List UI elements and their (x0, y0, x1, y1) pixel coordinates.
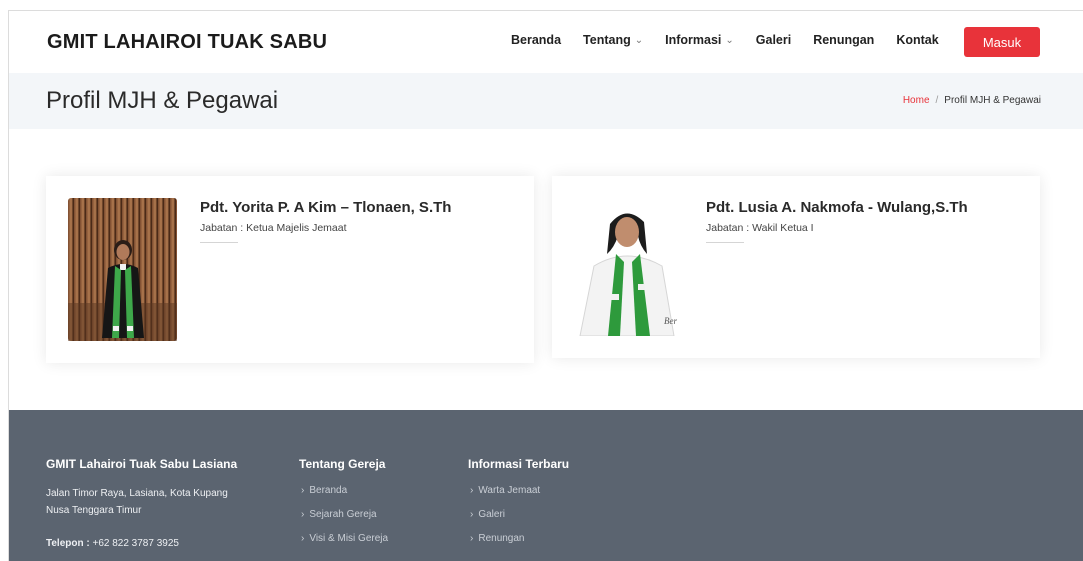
footer-link[interactable]: › Visi & Misi Gereja (299, 533, 388, 544)
svg-text:Ber: Ber (664, 316, 677, 326)
footer-column-title: GMIT Lahairoi Tuak Sabu Lasiana (46, 457, 238, 471)
footer-link-label: Sejarah Gereja (309, 509, 377, 520)
site-logo[interactable]: GMIT LAHAIROI TUAK SABU (47, 31, 327, 54)
footer-phone: Telepon : +62 822 3787 3925 (46, 535, 237, 552)
chevron-right-icon: › (301, 485, 305, 496)
footer-link-label: Visi & Misi Gereja (309, 533, 389, 544)
footer-news-column: Informasi Terbaru › Warta Jemaat › Galeri … (468, 457, 569, 557)
footer-column-title: Informasi Terbaru (468, 457, 570, 471)
chevron-down-icon: ⌄ (634, 34, 644, 46)
footer-link[interactable]: › Renungan (468, 533, 569, 544)
main-nav: Beranda Tentang ⌄ Informasi ⌄ Galeri Renun… (511, 33, 961, 47)
site-header: GMIT LAHAIROI TUAK SABU Beranda Tentang ⌄… (9, 11, 1083, 73)
nav-renungan[interactable]: Renungan (813, 33, 874, 47)
profile-photo: Ber (574, 196, 682, 336)
page-title: Profil MJH & Pegawai (46, 87, 279, 114)
footer-link[interactable]: › Beranda (299, 485, 388, 496)
profile-photo (68, 198, 177, 341)
footer-phone-label: Telepon : (46, 538, 90, 549)
nav-label: Informasi (665, 33, 722, 47)
nav-label: Renungan (813, 33, 875, 47)
footer-link-label: Renungan (478, 533, 525, 544)
chevron-right-icon: › (470, 533, 474, 544)
person-role: Jabatan : Ketua Majelis Jemaat (200, 222, 347, 234)
nav-label: Tentang (583, 33, 631, 47)
person-role: Jabatan : Wakil Ketua I (706, 222, 814, 234)
divider (200, 242, 238, 243)
nav-tentang[interactable]: Tentang ⌄ (583, 33, 643, 47)
footer-contact-column: GMIT Lahairoi Tuak Sabu Lasiana Jalan Ti… (46, 457, 237, 552)
footer-link-label: Beranda (309, 485, 348, 496)
footer-address-line: Nusa Tenggara Timur (46, 505, 142, 516)
breadcrumb-separator: / (935, 95, 939, 106)
footer-address-line: Jalan Timor Raya, Lasiana, Kota Kupang (46, 488, 228, 499)
page-title-bar: Profil MJH & Pegawai Home / Profil MJH &… (9, 73, 1083, 129)
chevron-right-icon: › (470, 485, 474, 496)
login-button[interactable]: Masuk (964, 27, 1040, 57)
footer-column-title: Tentang Gereja (299, 457, 386, 471)
footer-phone-value: +62 822 3787 3925 (89, 538, 179, 549)
nav-galeri[interactable]: Galeri (756, 33, 791, 47)
footer-link[interactable]: › Sejarah Gereja (299, 509, 388, 520)
nav-label: Galeri (755, 33, 792, 47)
chevron-down-icon: ⌄ (725, 34, 734, 46)
nav-informasi[interactable]: Informasi ⌄ (665, 33, 734, 47)
nav-beranda[interactable]: Beranda (511, 33, 561, 47)
chevron-right-icon: › (301, 509, 305, 520)
footer-about-column: Tentang Gereja › Beranda › Sejarah Gereja … (299, 457, 388, 557)
site-footer: GMIT Lahairoi Tuak Sabu Lasiana Jalan Ti… (9, 410, 1083, 561)
breadcrumb-home-link[interactable]: Home (903, 95, 930, 106)
profile-card: Pdt. Yorita P. A Kim – Tlonaen, S.Th Jab… (46, 176, 534, 363)
footer-link[interactable]: › Warta Jemaat (468, 485, 569, 496)
footer-link-label: Galeri (478, 509, 506, 520)
person-name: Pdt. Yorita P. A Kim – Tlonaen, S.Th (200, 199, 452, 216)
divider (706, 242, 744, 243)
footer-link[interactable]: › Galeri (468, 509, 569, 520)
footer-link-label: Warta Jemaat (478, 485, 541, 496)
profile-card: Ber Pdt. Lusia A. Nakmofa - Wulang,S.Th … (552, 176, 1040, 358)
chevron-right-icon: › (301, 533, 305, 544)
nav-kontak[interactable]: Kontak (896, 33, 938, 47)
breadcrumb-current: Profil MJH & Pegawai (944, 95, 1041, 106)
person-name: Pdt. Lusia A. Nakmofa - Wulang,S.Th (706, 199, 968, 216)
nav-label: Kontak (896, 33, 939, 47)
nav-label: Beranda (511, 33, 562, 47)
chevron-right-icon: › (470, 509, 474, 520)
breadcrumb: Home / Profil MJH & Pegawai (903, 95, 1041, 106)
